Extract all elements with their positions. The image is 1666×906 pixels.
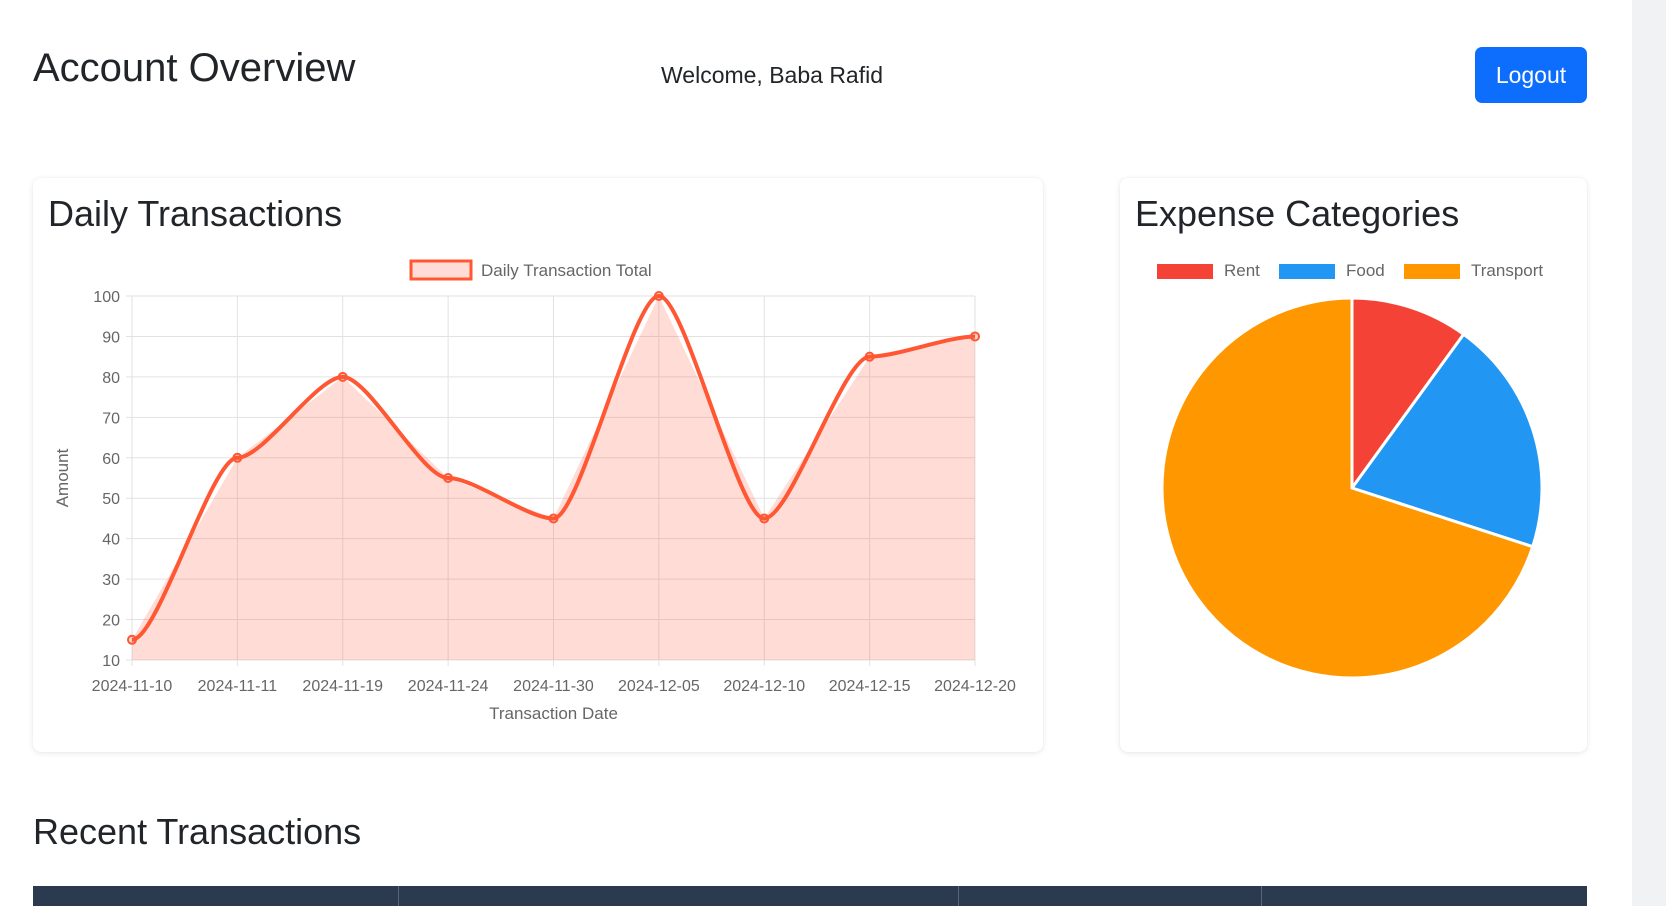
table-header-cell[interactable] — [33, 886, 399, 906]
x-tick-label: 2024-12-15 — [829, 678, 911, 695]
y-axis-title: Amount — [53, 448, 72, 507]
x-tick-label: 2024-11-10 — [92, 678, 173, 695]
x-tick-label: 2024-11-30 — [513, 678, 594, 695]
x-tick-label: 2024-12-05 — [618, 678, 700, 695]
data-point — [127, 634, 137, 645]
recent-transactions-title: Recent Transactions — [33, 811, 362, 852]
daily-transactions-card: Daily Transactions Daily Transaction Tot… — [33, 178, 1043, 752]
data-point — [548, 513, 559, 524]
data-point — [337, 371, 348, 382]
y-tick-label: 100 — [93, 289, 120, 306]
scrollbar[interactable] — [1632, 0, 1666, 906]
legend-label: Daily Transaction Total — [481, 261, 652, 280]
y-tick-label: 40 — [102, 532, 120, 549]
data-point — [653, 291, 664, 301]
data-point — [443, 473, 454, 483]
legend-label: Rent — [1224, 261, 1260, 280]
legend-swatch — [1157, 264, 1213, 279]
table-header-cell[interactable] — [1262, 886, 1587, 906]
y-tick-label: 60 — [102, 451, 120, 468]
y-tick-label: 50 — [102, 491, 120, 508]
daily-transactions-chart: Daily Transaction Total 10 20 30 40 50 60 70 80 9… — [53, 259, 1016, 723]
x-tick-label: 2024-12-20 — [934, 678, 1016, 695]
x-tick-label: 2024-11-19 — [302, 678, 383, 695]
welcome-message: Welcome, Baba Rafid — [661, 62, 884, 88]
page: Account Overview Welcome, Baba Rafid Log… — [0, 0, 1632, 906]
expense-categories-card: Expense Categories Rent Food Transport — [1120, 178, 1587, 752]
x-tick-label: 2024-11-11 — [198, 678, 278, 695]
x-axis-title: Transaction Date — [489, 704, 618, 723]
y-tick-label: 70 — [102, 410, 120, 427]
data-point — [232, 452, 243, 463]
y-tick-label: 20 — [102, 613, 120, 630]
legend-label: Food — [1346, 261, 1385, 280]
data-point — [759, 513, 770, 524]
table-header-cell[interactable] — [959, 886, 1262, 906]
data-point — [864, 351, 875, 362]
x-tick-label: 2024-11-24 — [408, 678, 489, 695]
y-tick-label: 80 — [102, 370, 120, 387]
data-point — [970, 331, 980, 342]
legend-swatch — [1279, 264, 1335, 279]
table-header-cell[interactable] — [399, 886, 959, 906]
legend-label: Transport — [1471, 261, 1543, 280]
y-tick-label: 30 — [102, 572, 120, 589]
page-title: Account Overview — [33, 46, 356, 90]
legend-swatch — [409, 259, 473, 281]
expense-categories-chart: Rent Food Transport — [1157, 261, 1544, 680]
transactions-table-header — [33, 886, 1587, 906]
y-tick-label: 10 — [102, 653, 120, 670]
y-tick-label: 90 — [102, 329, 120, 346]
legend-swatch — [1404, 264, 1460, 279]
logout-button[interactable]: Logout — [1475, 47, 1587, 103]
x-tick-label: 2024-12-10 — [723, 678, 805, 695]
